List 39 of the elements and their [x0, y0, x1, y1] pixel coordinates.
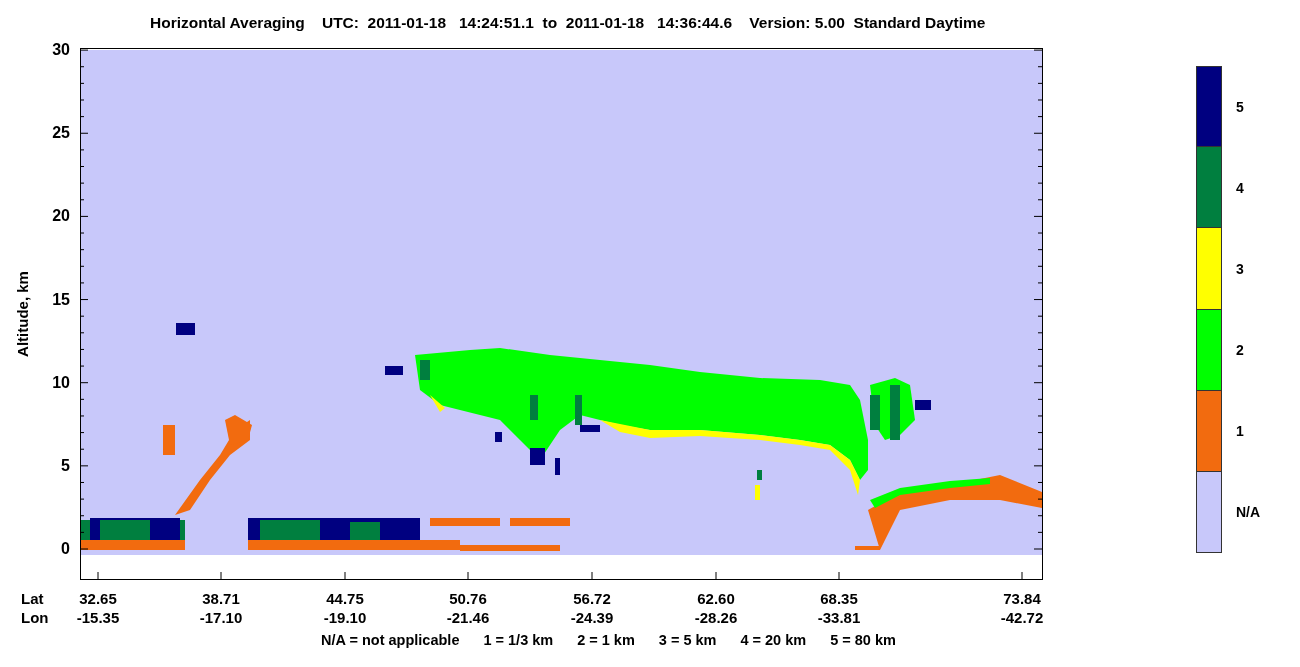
- y-tick-label: 20: [52, 207, 70, 226]
- y-tick-label: 15: [52, 290, 70, 309]
- x-tick-label: 68.35: [820, 590, 858, 607]
- y-tick-label: 0: [61, 540, 70, 558]
- x-tick-label: -33.81: [817, 609, 861, 626]
- legend-text: 4 = 20 km: [740, 632, 807, 648]
- legend-text: 1 = 1/3 km: [483, 632, 554, 648]
- x-tick-label: 44.75: [326, 590, 364, 607]
- y-axis-label: Altitude, km: [13, 271, 31, 357]
- x-tick-label: 38.71: [202, 590, 240, 607]
- x-tick-label: -42.72: [1000, 609, 1044, 626]
- x-tick-label: 56.72: [573, 590, 611, 607]
- y-tick-label: 5: [61, 456, 70, 475]
- legend-text: 3 = 5 km: [658, 632, 717, 648]
- legend-text: 2 = 1 km: [577, 632, 635, 648]
- x-tick-label: -19.10: [323, 609, 367, 626]
- legend-text: 5 = 80 km: [830, 632, 896, 648]
- x-tick-label: -17.10: [199, 609, 243, 626]
- colorbar-label: 3: [1236, 260, 1244, 277]
- x-tick-label: -15.35: [76, 609, 120, 626]
- colorbar-label: 5: [1236, 98, 1244, 115]
- colorbar-label: 4: [1236, 179, 1244, 196]
- y-tick-label: 10: [52, 373, 70, 392]
- legend-text: N/A = not applicable: [321, 632, 460, 648]
- x-tick-label: 50.76: [449, 590, 487, 607]
- y-tick-label: 25: [52, 124, 70, 143]
- colorbar-label: N/A: [1236, 504, 1261, 521]
- colorbar-label: 2: [1236, 342, 1244, 359]
- chart-title: Horizontal Averaging UTC: 2011-01-18 14:24:51.1 to 2011-01-18 14:36:44.6 Version: 5.00 Standard Daytime: [149, 13, 987, 33]
- axis-row-label: Lon: [21, 609, 49, 626]
- y-tick-label: 30: [52, 41, 70, 60]
- x-tick-label: 62.60: [697, 590, 735, 607]
- colorbar-label: 1: [1236, 423, 1244, 440]
- x-tick-label: 73.84: [1003, 590, 1041, 607]
- x-tick-label: -21.46: [446, 609, 490, 626]
- x-tick-label: -28.26: [694, 609, 738, 626]
- x-tick-label: 32.65: [79, 590, 117, 607]
- axis-row-label: Lat: [21, 590, 44, 607]
- x-tick-label: -24.39: [570, 609, 614, 626]
